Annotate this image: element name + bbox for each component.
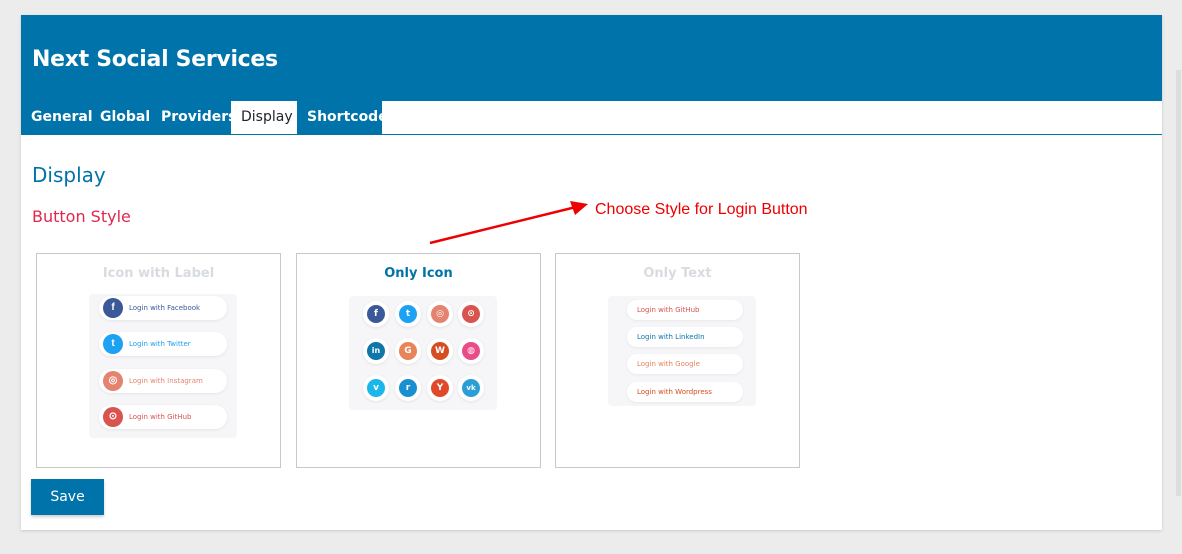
dribbble-icon-button: ◍ <box>458 338 484 364</box>
instagram-icon: ◎ <box>103 371 123 391</box>
facebook-icon-button: f <box>363 301 389 327</box>
only-text-preview: Login with GitHub Login with LinkedIn Lo… <box>608 296 756 406</box>
yandex-icon-button: Y <box>427 375 453 401</box>
login-github-pill: ⊙ Login with GitHub <box>99 405 227 429</box>
linkedin-icon-button: in <box>363 338 389 364</box>
github-icon: ⊙ <box>462 305 480 323</box>
login-twitter-pill: t Login with Twitter <box>99 332 227 356</box>
twitter-icon: t <box>399 305 417 323</box>
github-icon-button: ⊙ <box>458 301 484 327</box>
tab-global[interactable]: Global <box>90 101 160 134</box>
linkedin-icon: in <box>367 342 385 360</box>
style-option-title: Only Text <box>643 266 712 281</box>
scrollbar[interactable] <box>1176 70 1181 496</box>
text-login-wordpress: Login with Wordpress <box>627 382 743 402</box>
yandex-icon: Y <box>431 379 449 397</box>
dribbble-icon: ◍ <box>462 342 480 360</box>
annotation-text: Choose Style for Login Button <box>595 201 808 218</box>
instagram-icon: ◎ <box>431 305 449 323</box>
text-login-linkedin: Login with LinkedIn <box>627 327 743 347</box>
tab-shortcode[interactable]: Shortcode <box>297 101 388 134</box>
reddit-icon: r <box>399 379 417 397</box>
google-icon-button: G <box>395 338 421 364</box>
wordpress-icon: W <box>431 342 449 360</box>
settings-card: Next Social Services General Global Prov… <box>21 15 1162 530</box>
text-login-google: Login with Google <box>627 354 743 374</box>
twitter-icon-button: t <box>395 301 421 327</box>
instagram-icon-button: ◎ <box>427 301 453 327</box>
vk-icon-button: vk <box>458 375 484 401</box>
login-facebook-pill: f Login with Facebook <box>99 296 227 320</box>
annotation-arrow-icon <box>429 201 588 245</box>
button-style-title: Button Style <box>32 207 131 226</box>
only-icon-preview: f t ◎ ⊙ in G W ◍ v r Y vk <box>349 296 497 410</box>
style-option-icon-with-label[interactable]: Icon with Label f Login with Facebook t … <box>36 253 281 468</box>
style-option-only-text[interactable]: Only Text Login with GitHub Login with L… <box>555 253 800 468</box>
login-instagram-pill: ◎ Login with Instagram <box>99 369 227 393</box>
section-title: Display <box>32 163 106 187</box>
vk-icon: vk <box>462 379 480 397</box>
vimeo-icon-button: v <box>363 375 389 401</box>
style-option-title: Only Icon <box>384 266 453 281</box>
icon-with-label-preview: f Login with Facebook t Login with Twitt… <box>89 294 237 438</box>
save-button[interactable]: Save <box>31 479 104 515</box>
twitter-icon: t <box>103 334 123 354</box>
wordpress-icon-button: W <box>427 338 453 364</box>
app-title: Next Social Services <box>32 47 278 72</box>
style-option-title: Icon with Label <box>102 266 215 281</box>
github-icon: ⊙ <box>103 407 123 427</box>
reddit-icon-button: r <box>395 375 421 401</box>
google-icon: G <box>399 342 417 360</box>
facebook-icon: f <box>103 298 123 318</box>
text-login-github: Login with GitHub <box>627 300 743 320</box>
style-option-only-icon[interactable]: Only Icon f t ◎ ⊙ in G W ◍ v r Y vk <box>296 253 541 468</box>
tab-display[interactable]: Display <box>231 101 297 134</box>
vimeo-icon: v <box>367 379 385 397</box>
page-header: Next Social Services <box>21 15 1162 101</box>
facebook-icon: f <box>367 305 385 323</box>
